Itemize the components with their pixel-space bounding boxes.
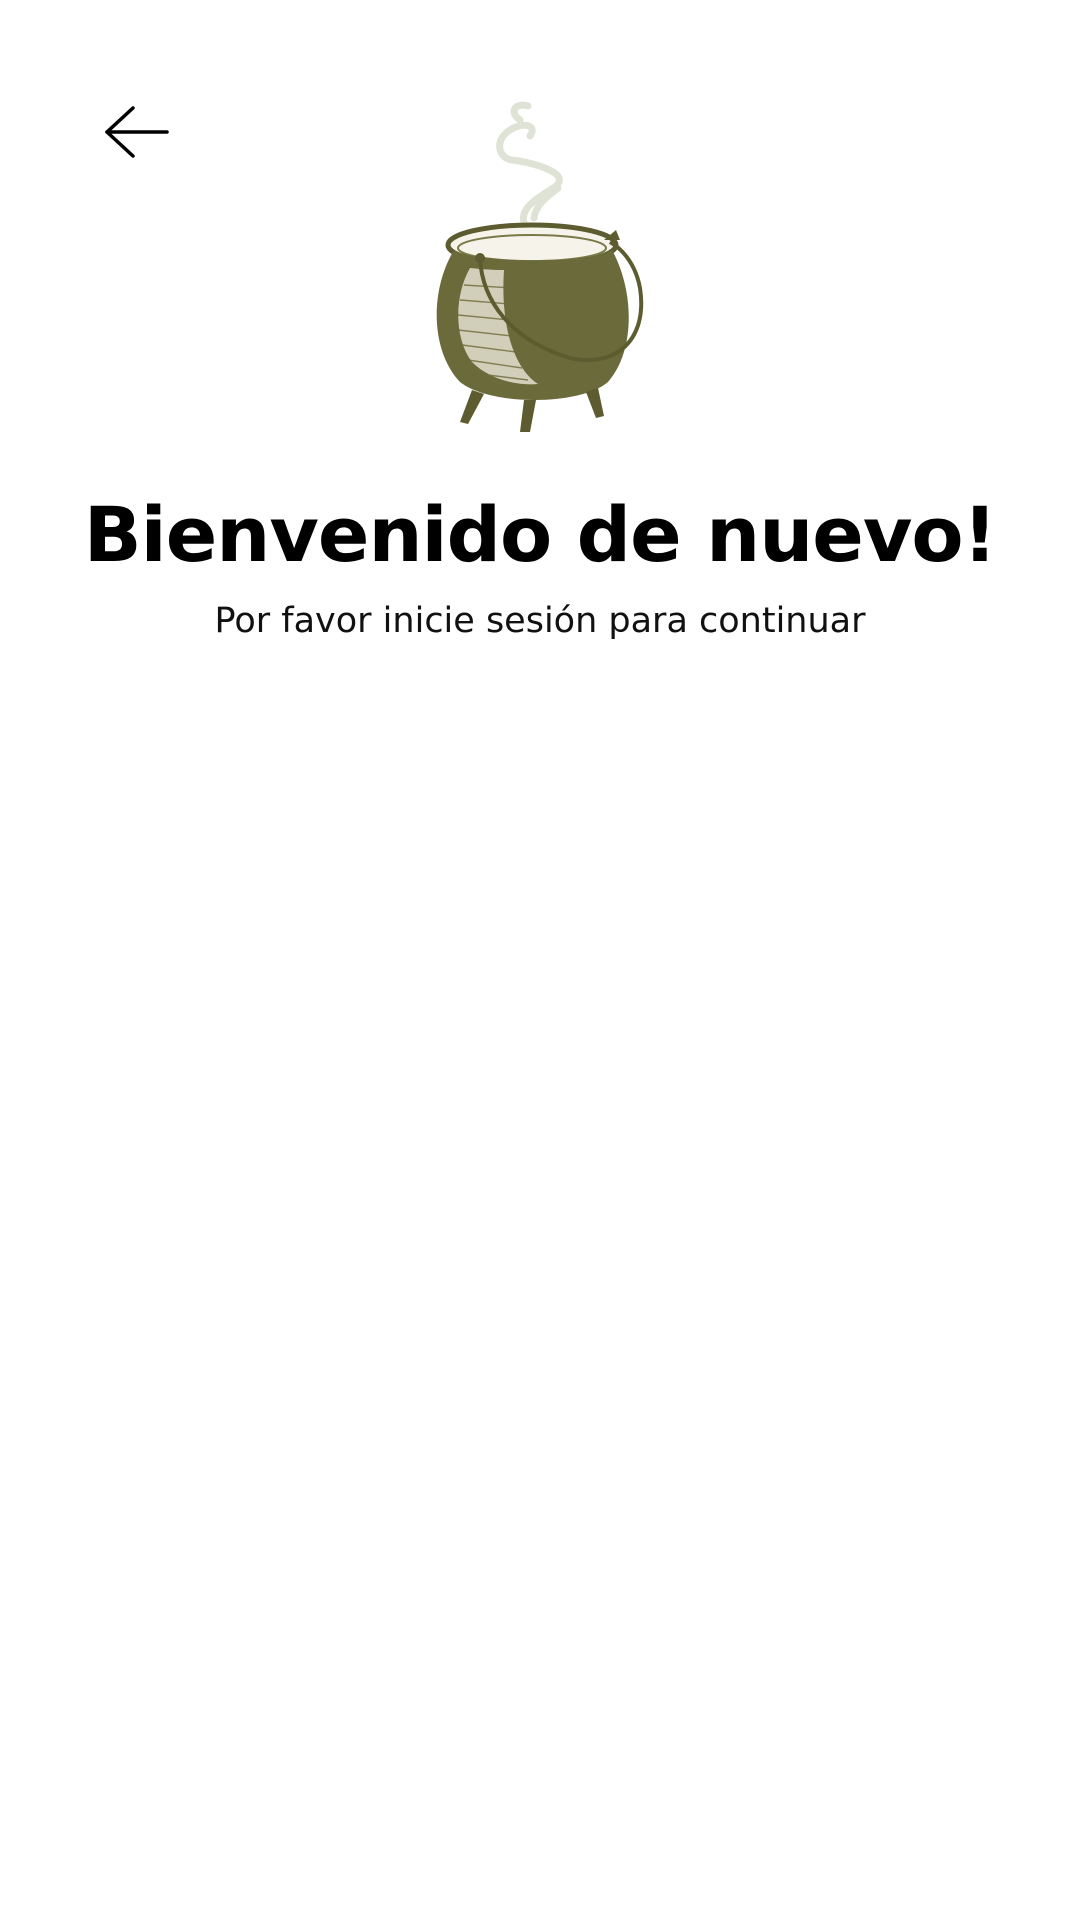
page-subtitle: Por favor inicie sesión para continuar	[214, 601, 866, 641]
arrow-left-icon	[105, 106, 169, 158]
steam-icon	[496, 101, 563, 226]
login-welcome-screen: Bienvenido de nuevo! Por favor inicie se…	[0, 0, 1080, 1920]
page-title: Bienvenido de nuevo!	[83, 490, 998, 579]
back-button[interactable]	[92, 92, 180, 172]
cauldron-illustration	[436, 101, 644, 432]
